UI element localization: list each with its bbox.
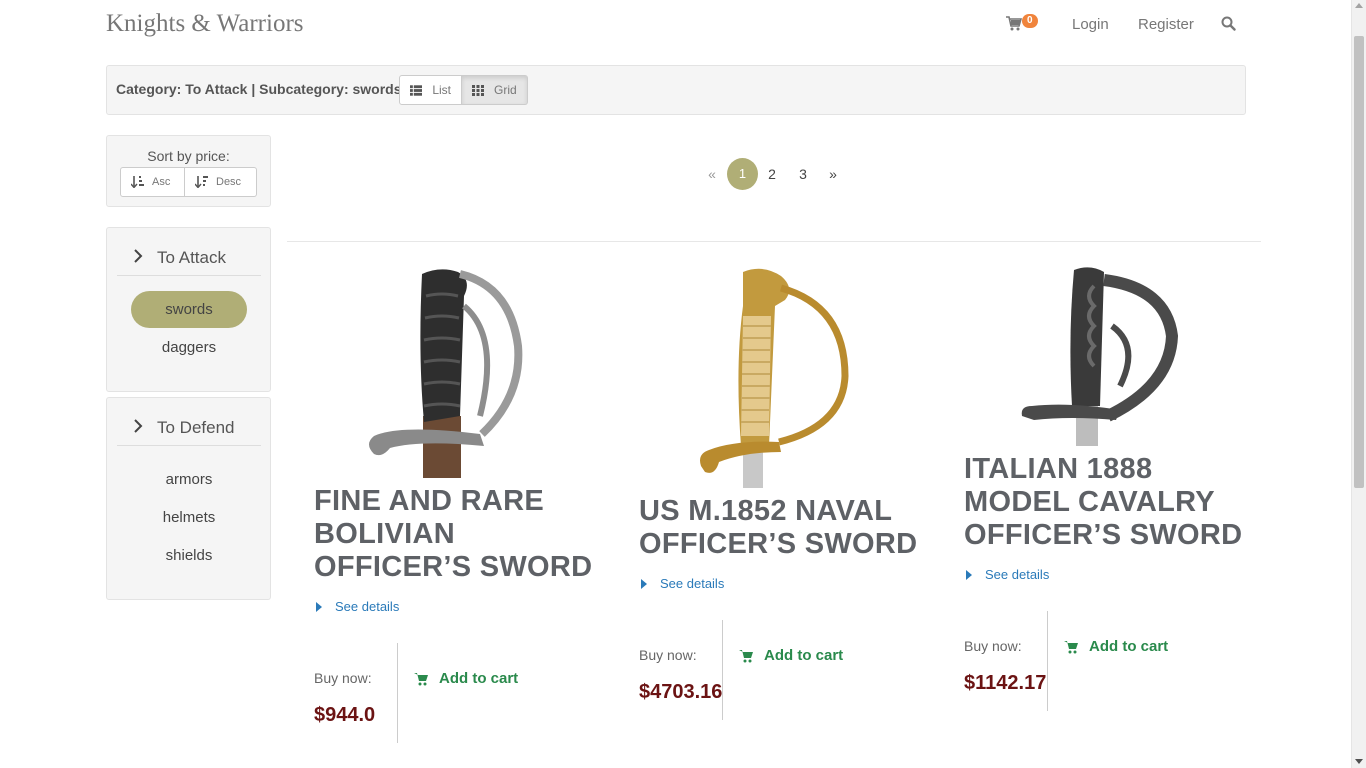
- brand-logo[interactable]: Knights & Warriors: [106, 10, 304, 38]
- scroll-thumb[interactable]: [1354, 36, 1364, 488]
- product-title[interactable]: FINE AND RARE BOLIVIAN OFFICER’S SWORD: [314, 485, 604, 584]
- chevron-right-icon: [134, 249, 143, 263]
- pagination-page-1[interactable]: 1: [727, 158, 758, 190]
- list-view-label: List: [432, 83, 451, 97]
- shopping-cart-icon: [1064, 640, 1078, 653]
- scroll-down-arrow[interactable]: [1355, 759, 1363, 764]
- separator: [722, 620, 723, 720]
- sort-desc-icon: [195, 176, 208, 188]
- add-to-cart-label: Add to cart: [439, 670, 519, 687]
- separator: [397, 643, 398, 743]
- login-link[interactable]: Login: [1072, 16, 1109, 33]
- caret-right-icon: [316, 601, 322, 612]
- buy-now-label: Buy now:: [964, 638, 1022, 654]
- category-header-defend[interactable]: To Defend: [117, 408, 261, 446]
- category-label: To Attack: [157, 248, 226, 267]
- separator: [1047, 611, 1048, 711]
- sort-desc-label: Desc: [216, 176, 242, 188]
- chevron-right-icon: [134, 419, 143, 433]
- sort-asc-button[interactable]: Asc: [120, 167, 185, 197]
- see-details-link[interactable]: See details: [966, 567, 1049, 582]
- pagination-next[interactable]: »: [827, 158, 839, 190]
- subcategory-armors[interactable]: armors: [131, 461, 247, 498]
- see-details-label: See details: [985, 567, 1050, 582]
- category-breadcrumb: Category: To Attack | Subcategory: sword…: [116, 81, 402, 97]
- view-toggle: List Grid: [399, 75, 528, 105]
- search-icon[interactable]: [1221, 16, 1236, 36]
- product-price: $1142.17: [964, 672, 1047, 694]
- product-title[interactable]: US M.1852 NAVAL OFFICER’S SWORD: [639, 495, 929, 561]
- pagination-page-3[interactable]: 3: [797, 158, 809, 190]
- caret-right-icon: [641, 578, 647, 589]
- scroll-up-arrow[interactable]: [1355, 3, 1363, 8]
- sort-desc-button[interactable]: Desc: [185, 167, 257, 197]
- list-icon: [410, 84, 423, 96]
- buy-now-label: Buy now:: [314, 670, 372, 686]
- see-details-label: See details: [335, 599, 400, 614]
- category-breadcrumb-bar: Category: To Attack | Subcategory: sword…: [106, 65, 1246, 115]
- see-details-link[interactable]: See details: [316, 599, 399, 614]
- list-view-button[interactable]: List: [399, 75, 462, 105]
- category-header-attack[interactable]: To Attack: [117, 238, 261, 276]
- shopping-cart-icon: [739, 649, 753, 662]
- page-scrollbar[interactable]: [1351, 0, 1366, 768]
- caret-right-icon: [966, 569, 972, 580]
- add-to-cart-button[interactable]: Add to cart: [414, 670, 518, 687]
- sort-asc-label: Asc: [152, 176, 171, 188]
- sort-asc-icon: [131, 176, 144, 188]
- cart-icon: [1006, 16, 1022, 31]
- subcategory-shields[interactable]: shields: [131, 537, 247, 574]
- register-link[interactable]: Register: [1138, 16, 1194, 33]
- category-label: To Defend: [157, 418, 235, 437]
- pagination: « 1 2 3 »: [700, 158, 850, 190]
- divider: [287, 241, 1261, 242]
- category-panel-attack: To Attack swords daggers: [106, 227, 271, 392]
- shopping-cart-icon: [414, 672, 428, 685]
- product-image[interactable]: [360, 266, 530, 478]
- cart-button[interactable]: 0: [1006, 14, 1046, 36]
- add-to-cart-button[interactable]: Add to cart: [1064, 638, 1168, 655]
- add-to-cart-label: Add to cart: [764, 647, 844, 664]
- pagination-prev[interactable]: «: [706, 158, 718, 190]
- grid-icon: [472, 84, 484, 96]
- pagination-page-2[interactable]: 2: [766, 158, 778, 190]
- subcategory-daggers[interactable]: daggers: [131, 329, 247, 366]
- product-title[interactable]: ITALIAN 1888 MODEL CAVALRY OFFICER’S SWO…: [964, 453, 1254, 552]
- see-details-label: See details: [660, 576, 725, 591]
- add-to-cart-button[interactable]: Add to cart: [739, 647, 843, 664]
- cart-count-badge: 0: [1022, 14, 1038, 28]
- sort-title: Sort by price:: [147, 148, 230, 164]
- sort-panel: Sort by price: Asc Desc: [106, 135, 271, 207]
- add-to-cart-label: Add to cart: [1089, 638, 1169, 655]
- subcategory-swords[interactable]: swords: [131, 291, 247, 328]
- subcategory-helmets[interactable]: helmets: [131, 499, 247, 536]
- grid-view-button[interactable]: Grid: [462, 75, 528, 105]
- sort-buttons: Asc Desc: [120, 167, 257, 197]
- product-price: $4703.16: [639, 681, 723, 703]
- product-image[interactable]: [1020, 266, 1180, 446]
- see-details-link[interactable]: See details: [641, 576, 724, 591]
- category-panel-defend: To Defend armors helmets shields: [106, 397, 271, 600]
- product-price: $944.0: [314, 704, 376, 726]
- grid-view-label: Grid: [494, 83, 517, 97]
- buy-now-label: Buy now:: [639, 647, 697, 663]
